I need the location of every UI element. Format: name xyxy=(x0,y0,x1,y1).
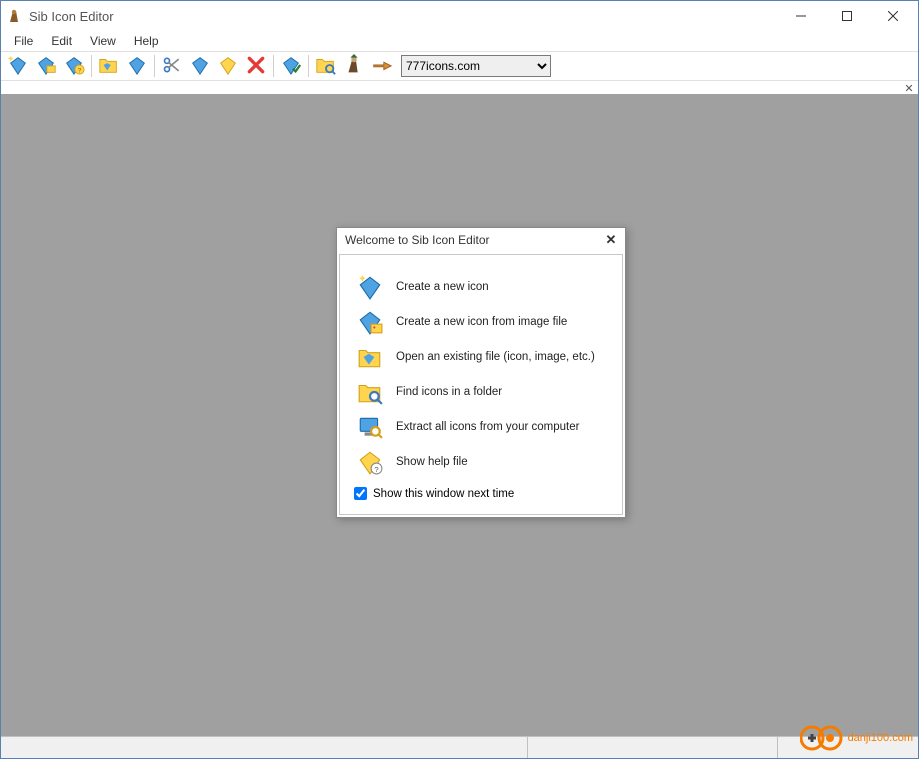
diamond-sparkle-icon xyxy=(356,273,384,301)
tb-wizard[interactable] xyxy=(341,53,367,79)
statusbar xyxy=(1,736,918,758)
toolbar: ? 777icons.com xyxy=(1,51,918,81)
window-controls xyxy=(778,1,916,31)
tb-find-folder[interactable] xyxy=(313,53,339,79)
folder-open-icon xyxy=(98,54,120,79)
diamond-check-icon xyxy=(280,54,302,79)
computer-search-icon xyxy=(356,413,384,441)
delete-x-icon xyxy=(246,55,266,78)
close-icon xyxy=(888,11,898,21)
tb-open-folder[interactable] xyxy=(96,53,122,79)
diamond-yellow-icon xyxy=(217,54,239,79)
minimize-button[interactable] xyxy=(778,1,824,31)
tb-delete[interactable] xyxy=(243,53,269,79)
menu-help[interactable]: Help xyxy=(125,32,168,50)
minimize-icon xyxy=(796,11,806,21)
url-dropdown[interactable]: 777icons.com xyxy=(401,55,551,77)
toolbar-separator xyxy=(91,55,92,77)
main-window: Sib Icon Editor File Edit View Help ? xyxy=(0,0,919,759)
diamond-blue-icon xyxy=(189,54,211,79)
welcome-item-extract[interactable]: Extract all icons from your computer xyxy=(348,409,614,444)
welcome-item-label: Create a new icon xyxy=(396,281,489,293)
tab-close-button[interactable]: ✕ xyxy=(902,81,916,95)
tb-save-check[interactable] xyxy=(278,53,304,79)
diamond-question-icon: ? xyxy=(63,54,85,79)
status-cell-2 xyxy=(528,737,778,758)
welcome-item-find-folder[interactable]: Find icons in a folder xyxy=(348,374,614,409)
maximize-icon xyxy=(842,11,852,21)
welcome-dialog: Welcome to Sib Icon Editor ✕ Create a ne… xyxy=(336,227,626,518)
tb-diamond[interactable] xyxy=(124,53,150,79)
titlebar: Sib Icon Editor xyxy=(1,1,918,31)
diamond-image-icon xyxy=(35,54,57,79)
scissors-icon xyxy=(162,55,182,78)
welcome-item-new-from-image[interactable]: Create a new icon from image file xyxy=(348,304,614,339)
show-next-time-row[interactable]: Show this window next time xyxy=(348,479,614,504)
menu-edit[interactable]: Edit xyxy=(42,32,81,50)
tb-copy[interactable] xyxy=(187,53,213,79)
svg-text:?: ? xyxy=(78,67,82,74)
welcome-item-label: Show help file xyxy=(396,456,468,468)
welcome-item-label: Create a new icon from image file xyxy=(396,316,567,328)
toolbar-separator xyxy=(308,55,309,77)
dialog-close-button[interactable]: ✕ xyxy=(601,231,621,249)
folder-open-icon xyxy=(356,343,384,371)
tb-new-icon[interactable] xyxy=(5,53,31,79)
menu-view[interactable]: View xyxy=(81,32,125,50)
tb-point[interactable] xyxy=(369,53,395,79)
diamond-sparkle-icon xyxy=(7,54,29,79)
tb-open-question[interactable]: ? xyxy=(61,53,87,79)
toolbar-separator xyxy=(154,55,155,77)
dialog-body: Create a new icon Create a new icon from… xyxy=(339,254,623,515)
dialog-titlebar: Welcome to Sib Icon Editor ✕ xyxy=(337,228,625,252)
maximize-button[interactable] xyxy=(824,1,870,31)
menubar: File Edit View Help xyxy=(1,31,918,51)
app-icon xyxy=(7,8,23,24)
welcome-item-new-icon[interactable]: Create a new icon xyxy=(348,269,614,304)
welcome-list: Create a new icon Create a new icon from… xyxy=(348,269,614,479)
hand-point-icon xyxy=(371,54,393,79)
tb-new-from-image[interactable] xyxy=(33,53,59,79)
wizard-icon xyxy=(343,54,365,79)
folder-search-icon xyxy=(356,378,384,406)
workspace: Welcome to Sib Icon Editor ✕ Create a ne… xyxy=(1,95,918,736)
folder-search-icon xyxy=(315,54,337,79)
diamond-help-icon: ? xyxy=(356,448,384,476)
menu-file[interactable]: File xyxy=(5,32,42,50)
toolbar-separator xyxy=(273,55,274,77)
welcome-item-open-file[interactable]: Open an existing file (icon, image, etc.… xyxy=(348,339,614,374)
welcome-item-help[interactable]: ? Show help file xyxy=(348,444,614,479)
diamond-image-icon xyxy=(356,308,384,336)
status-cell-3 xyxy=(778,737,918,758)
status-cell-1 xyxy=(1,737,528,758)
tb-cut[interactable] xyxy=(159,53,185,79)
window-title: Sib Icon Editor xyxy=(29,9,778,24)
welcome-item-label: Open an existing file (icon, image, etc.… xyxy=(396,351,595,363)
welcome-item-label: Find icons in a folder xyxy=(396,386,502,398)
tab-bar: ✕ xyxy=(1,81,918,95)
show-next-time-checkbox[interactable] xyxy=(354,487,367,500)
welcome-item-label: Extract all icons from your computer xyxy=(396,421,579,433)
show-next-time-label: Show this window next time xyxy=(373,488,514,500)
svg-text:?: ? xyxy=(374,464,378,473)
diamond-icon xyxy=(126,54,148,79)
dialog-title: Welcome to Sib Icon Editor xyxy=(345,233,601,247)
tb-paste[interactable] xyxy=(215,53,241,79)
close-button[interactable] xyxy=(870,1,916,31)
